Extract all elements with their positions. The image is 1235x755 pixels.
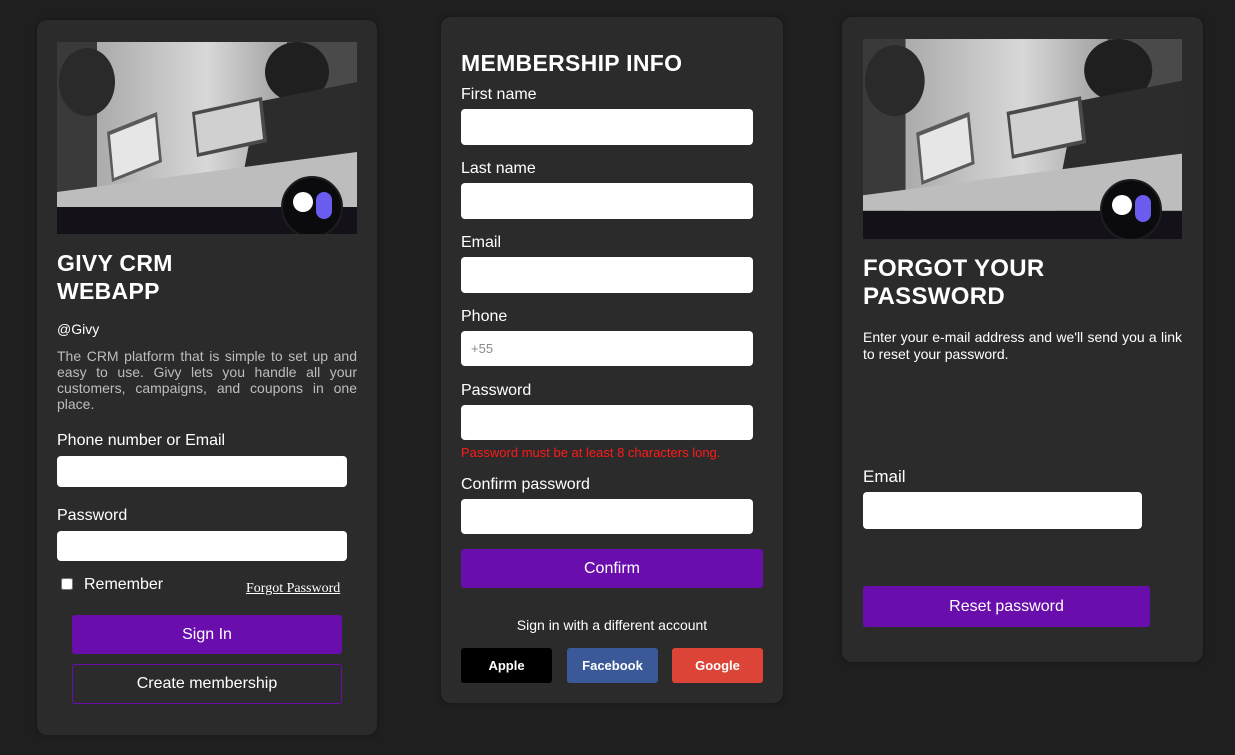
create-membership-button[interactable]: Create membership <box>72 664 342 704</box>
sign-in-button[interactable]: Sign In <box>72 615 342 654</box>
password-input[interactable] <box>57 531 347 561</box>
forgot-email-input[interactable] <box>863 492 1142 529</box>
member-password-label: Password <box>461 382 532 399</box>
phone-input[interactable] <box>461 331 753 366</box>
forgot-password-card: FORGOT YOUR PASSWORD Enter your e-mail a… <box>842 17 1203 662</box>
hero-image <box>863 39 1182 239</box>
password-label: Password <box>57 507 128 524</box>
confirm-button[interactable]: Confirm <box>461 549 763 588</box>
membership-title: MEMBERSHIP INFO <box>461 50 683 76</box>
forgot-password-link[interactable]: Forgot Password <box>246 581 340 597</box>
remember-label: Remember <box>84 576 164 593</box>
login-card: GIVY CRM WEBAPP @Givy The CRM platform t… <box>37 20 377 735</box>
reset-password-button[interactable]: Reset password <box>863 586 1150 627</box>
identifier-input[interactable] <box>57 456 347 487</box>
facebook-signin-button[interactable]: Facebook <box>567 648 658 683</box>
hero-image <box>57 42 357 234</box>
app-title-line2: WEBAPP <box>57 278 160 304</box>
forgot-title: FORGOT YOUR PASSWORD <box>863 255 1045 311</box>
confirm-password-label: Confirm password <box>461 476 590 493</box>
remember-checkbox[interactable] <box>61 578 73 590</box>
app-description: The CRM platform that is simple to set u… <box>57 348 357 412</box>
forgot-description: Enter your e-mail address and we'll send… <box>863 329 1182 362</box>
forgot-email-label: Email <box>863 467 906 486</box>
phone-label: Phone <box>461 308 508 325</box>
email-input[interactable] <box>461 257 753 293</box>
forgot-title-line1: FORGOT YOUR <box>863 255 1045 282</box>
google-signin-button[interactable]: Google <box>672 648 763 683</box>
password-error-message: Password must be at least 8 characters l… <box>461 445 721 460</box>
handle: @Givy <box>57 321 100 337</box>
apple-signin-button[interactable]: Apple <box>461 648 552 683</box>
identifier-label: Phone number or Email <box>57 432 226 449</box>
forgot-title-line2: PASSWORD <box>863 283 1005 310</box>
membership-card: MEMBERSHIP INFO First name Last name Ema… <box>441 17 783 703</box>
givy-logo <box>281 176 343 234</box>
first-name-label: First name <box>461 86 537 103</box>
givy-logo <box>1100 179 1162 239</box>
alt-signin-text: Sign in with a different account <box>516 617 708 633</box>
first-name-input[interactable] <box>461 109 753 145</box>
last-name-input[interactable] <box>461 183 753 219</box>
email-label: Email <box>461 234 502 251</box>
app-title: GIVY CRM WEBAPP <box>57 249 173 305</box>
confirm-password-input[interactable] <box>461 499 753 534</box>
app-title-line1: GIVY CRM <box>57 250 173 276</box>
member-password-input[interactable] <box>461 405 753 440</box>
last-name-label: Last name <box>461 160 536 177</box>
